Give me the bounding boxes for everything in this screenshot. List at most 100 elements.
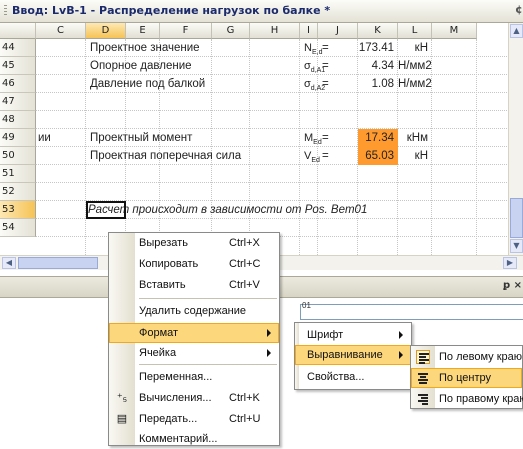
cell-label[interactable]: Давление под балкой [90, 75, 205, 93]
cell-equals[interactable]: = [322, 75, 329, 93]
cell-value[interactable]: 173.41 [358, 39, 394, 57]
alignment-menu-item-2[interactable]: По правому краю [411, 389, 523, 409]
cell-unit[interactable]: кНм [398, 129, 428, 147]
cell-unit[interactable]: кН [398, 39, 428, 57]
row-header[interactable]: 53 [0, 201, 36, 219]
format-submenu[interactable]: Шрифт Выравнивание Свойства... [294, 322, 412, 390]
vertical-scrollbar[interactable]: ▲ ▼ [508, 23, 523, 255]
table-row[interactable] [36, 93, 523, 111]
format-menu-item-2[interactable]: Свойства... [295, 367, 411, 387]
cell-label[interactable]: Проектный момент [90, 129, 192, 147]
column-header-d[interactable]: D [86, 23, 126, 39]
row-header[interactable]: 46 [0, 75, 36, 93]
transfer-icon: ▤ [116, 413, 128, 425]
menu-item-label: Выравнивание [307, 349, 383, 361]
alignment-menu-item-1[interactable]: По центру [411, 368, 522, 388]
horizontal-scroll-thumb[interactable] [18, 257, 98, 269]
context-menu[interactable]: Вырезать Ctrl+X Копировать Ctrl+C Вставить Ct… [108, 232, 280, 446]
format-menu-item-1[interactable]: Выравнивание [295, 345, 411, 365]
cell-unit[interactable]: Н/мм2 [398, 57, 432, 75]
row-header[interactable]: 45 [0, 57, 36, 75]
spreadsheet[interactable]: CDEFGHIJKLM 44 Проектное значение NE,d = 173… [0, 23, 523, 255]
cell-value[interactable]: 65.03 [358, 147, 398, 165]
align-left-icon [416, 350, 430, 364]
menu-item-label: По центру [439, 372, 491, 384]
cell-unit[interactable]: Н/мм2 [398, 75, 432, 93]
column-header-i[interactable]: I [300, 23, 318, 39]
cell-value[interactable]: 4.34 [358, 57, 394, 75]
menu-item-label: Вырезать [139, 237, 188, 249]
row-header[interactable]: 54 [0, 219, 36, 237]
corner-header[interactable] [0, 23, 36, 39]
row-header[interactable]: 49 [0, 129, 36, 147]
column-header-g[interactable]: G [212, 23, 250, 39]
context-menu-item-9[interactable]: Комментарий... [109, 429, 279, 449]
column-header-j[interactable]: J [318, 23, 358, 39]
row-header[interactable]: 51 [0, 165, 36, 183]
cell-label[interactable]: Проектная поперечная сила [90, 147, 241, 165]
column-header-m[interactable]: M [432, 23, 477, 39]
alignment-menu-item-0[interactable]: По левому краю [411, 347, 522, 367]
context-menu-item-4[interactable]: Формат [109, 323, 279, 343]
panel-input[interactable] [300, 304, 523, 320]
context-menu-item-2[interactable]: Вставить Ctrl+V [109, 275, 279, 295]
corner-mark: ¢ [515, 3, 523, 16]
scroll-up-icon[interactable]: ▲ [510, 24, 523, 38]
row-header[interactable]: 47 [0, 93, 36, 111]
menu-item-shortcut: Ctrl+K [229, 392, 260, 404]
column-header-c[interactable]: C [36, 23, 86, 39]
menu-item-shortcut: Ctrl+U [229, 413, 261, 425]
menu-item-label: Копировать [139, 258, 199, 270]
column-header-h[interactable]: H [250, 23, 300, 39]
cell-label[interactable]: Проектное значение [90, 39, 200, 57]
cell-note[interactable]: Расчет происходит в зависимости от Pos. … [88, 201, 367, 219]
symbol-main: M [304, 132, 314, 144]
scroll-left-icon[interactable]: ◀ [2, 257, 16, 269]
symbol-subscript: Ed [313, 139, 322, 147]
column-header-f[interactable]: F [160, 23, 212, 39]
alignment-submenu[interactable]: По левому краю По центру По правому краю [410, 345, 523, 409]
cell-equals[interactable]: = [322, 39, 329, 57]
context-menu-item-6[interactable]: Переменная... [109, 367, 279, 387]
cell-unit[interactable]: кН [398, 147, 428, 165]
context-menu-item-0[interactable]: Вырезать Ctrl+X [109, 233, 279, 253]
menu-item-label: По левому краю [439, 351, 522, 363]
table-row[interactable] [36, 165, 523, 183]
symbol-main: N [304, 42, 312, 54]
table-row[interactable] [36, 111, 523, 129]
context-menu-item-3[interactable]: Удалить содержание [109, 301, 279, 321]
vertical-scroll-thumb[interactable] [510, 198, 523, 238]
cell-value[interactable]: 17.34 [358, 129, 398, 147]
cell-equals[interactable]: = [322, 129, 329, 147]
row-header[interactable]: 44 [0, 39, 36, 57]
row-header[interactable]: 52 [0, 183, 36, 201]
cell-equals[interactable]: = [322, 57, 329, 75]
toolbar-grip[interactable] [4, 5, 7, 17]
cell-equals[interactable]: = [322, 147, 329, 165]
format-menu-item-0[interactable]: Шрифт [295, 325, 411, 345]
column-header-e[interactable]: E [126, 23, 160, 39]
menu-item-label: Комментарий... [139, 433, 218, 445]
symbol-main: σ [304, 78, 311, 90]
context-menu-item-7[interactable]: Вычисления... Ctrl+K ⁺₅ [109, 388, 279, 408]
row-header[interactable]: 48 [0, 111, 36, 129]
column-header-k[interactable]: K [358, 23, 398, 39]
context-menu-item-5[interactable]: Ячейка [109, 343, 279, 363]
menu-item-shortcut: Ctrl+X [229, 237, 260, 249]
cell-value[interactable]: 1.08 [358, 75, 394, 93]
table-row[interactable] [36, 183, 523, 201]
symbol-main: σ [304, 60, 311, 72]
row-header[interactable]: 50 [0, 147, 36, 165]
menu-item-label: Формат [139, 327, 179, 339]
cell-label[interactable]: Опорное давление [90, 57, 192, 75]
menu-item-shortcut: Ctrl+V [229, 279, 260, 291]
menu-item-label: Вычисления... [139, 392, 212, 404]
pin-close-icon[interactable]: ꝑ × [503, 280, 522, 291]
scroll-down-icon[interactable]: ▼ [510, 239, 523, 253]
scroll-right-icon[interactable]: ▶ [503, 257, 517, 269]
context-menu-item-8[interactable]: Передать... Ctrl+U ▤ [109, 409, 279, 429]
menu-item-label: Шрифт [307, 329, 344, 341]
column-header-l[interactable]: L [398, 23, 432, 39]
menu-item-label: Удалить содержание [139, 305, 247, 317]
context-menu-item-1[interactable]: Копировать Ctrl+C [109, 254, 279, 274]
